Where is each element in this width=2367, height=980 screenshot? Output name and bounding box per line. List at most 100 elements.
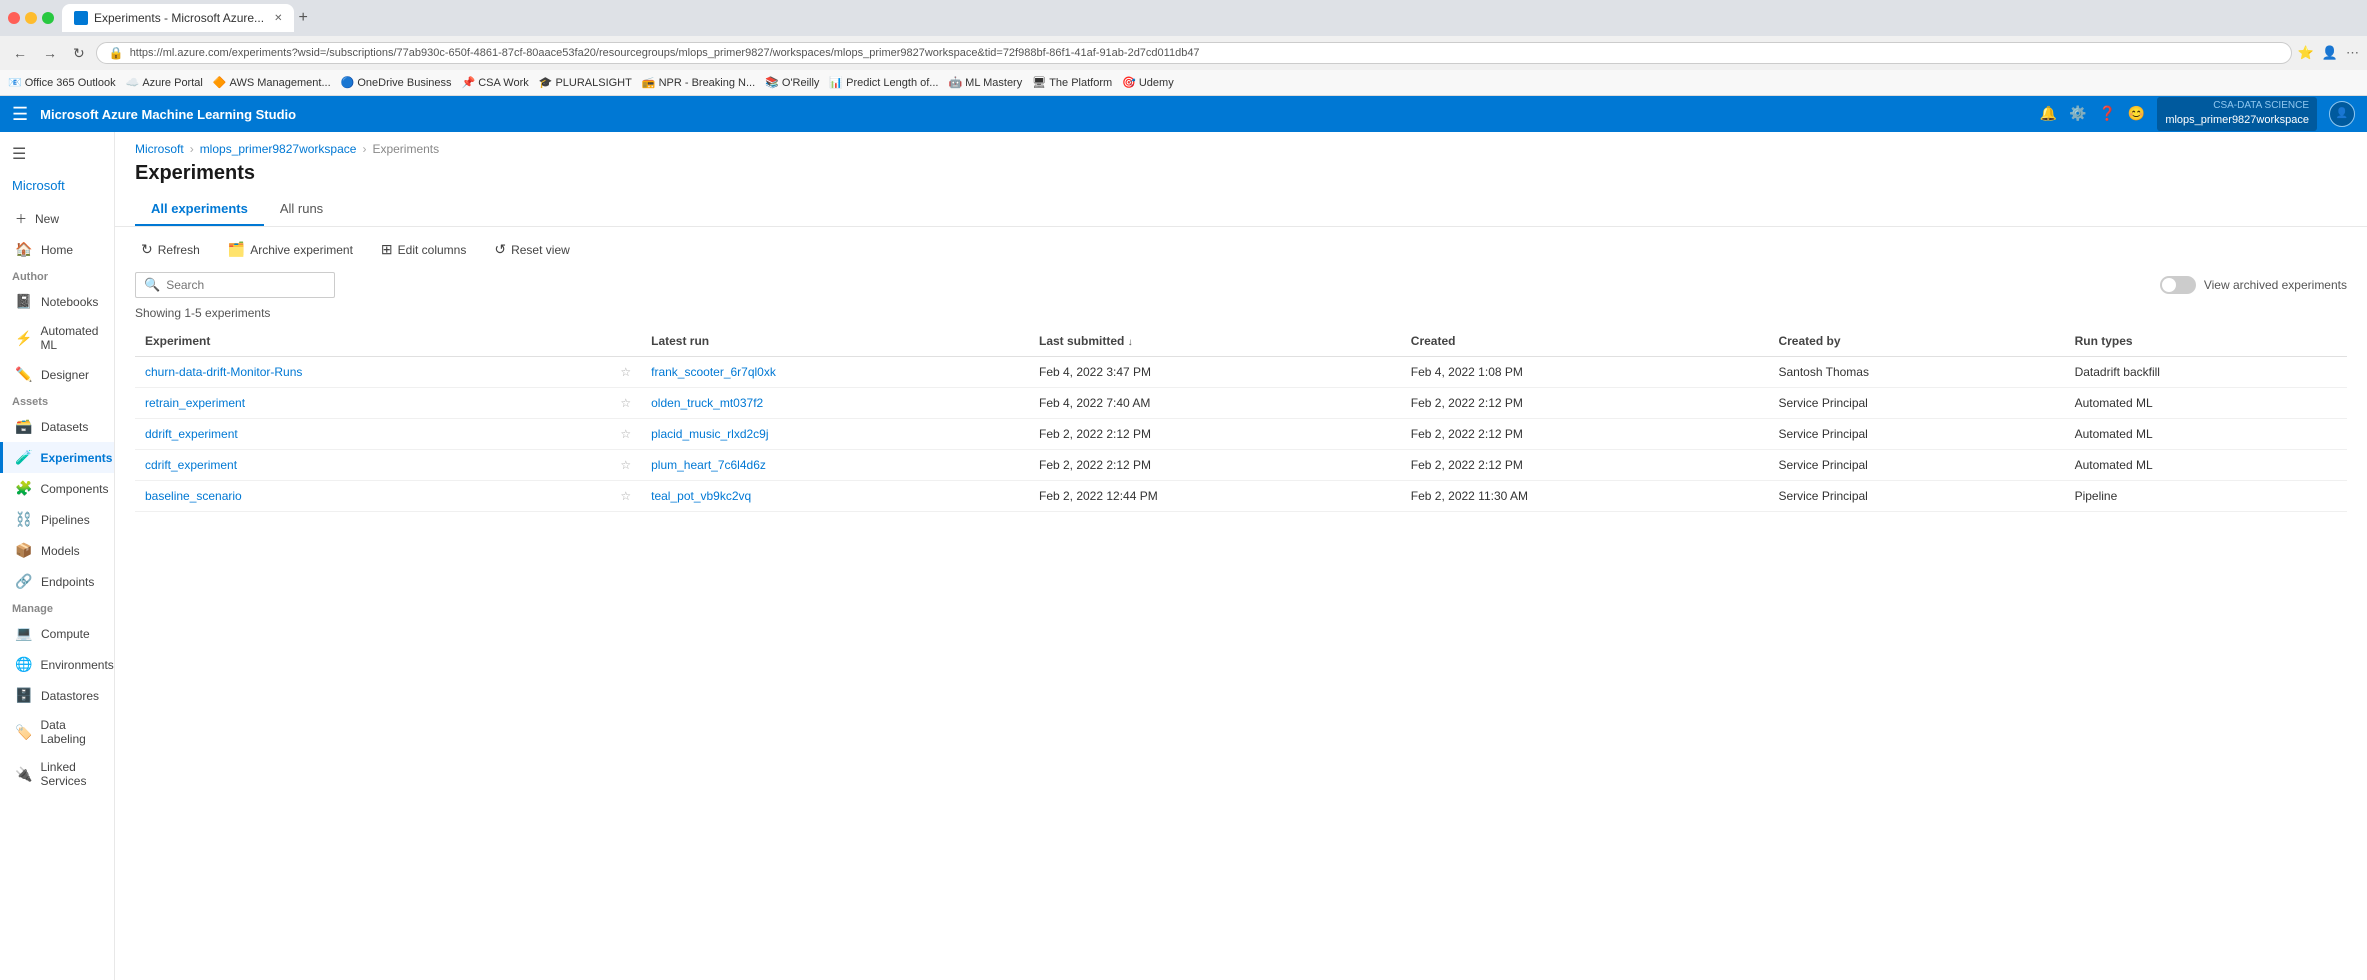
experiment-link-0[interactable]: churn-data-drift-Monitor-Runs: [145, 365, 302, 379]
menu-icon[interactable]: ⋯: [2346, 45, 2359, 61]
refresh-button[interactable]: ↻ Refresh: [135, 237, 206, 262]
cell-created-by-3: Service Principal: [1768, 450, 2064, 481]
workspace-badge[interactable]: CSA-DATA SCIENCE mlops_primer9827workspa…: [2157, 97, 2317, 130]
search-input[interactable]: [166, 278, 316, 292]
reload-button[interactable]: ↻: [68, 43, 90, 64]
extensions-icon[interactable]: ⭐: [2298, 45, 2314, 61]
sidebar-item-data-labeling[interactable]: 🏷️ Data Labeling: [0, 711, 114, 753]
cell-experiment-0: churn-data-drift-Monitor-Runs: [135, 357, 610, 388]
bookmark-platform[interactable]: 🖥 The Platform: [1032, 76, 1112, 89]
experiment-link-2[interactable]: ddrift_experiment: [145, 427, 238, 441]
view-archived-toggle[interactable]: [2160, 276, 2196, 294]
sidebar-environments-label: Environments: [40, 658, 113, 672]
archive-experiment-button[interactable]: 🗂️ Archive experiment: [222, 237, 359, 262]
archive-label: Archive experiment: [250, 243, 353, 257]
bookmark-aws[interactable]: 🔶 AWS Management...: [213, 76, 331, 89]
cell-star-3[interactable]: ☆: [610, 450, 641, 481]
col-created[interactable]: Created: [1401, 326, 1769, 357]
minimize-window-button[interactable]: [25, 12, 37, 24]
notifications-icon[interactable]: 🔔: [2040, 105, 2057, 122]
sidebar-item-automated-ml[interactable]: ⚡ Automated ML: [0, 317, 114, 359]
settings-icon[interactable]: ⚙️: [2069, 105, 2086, 122]
plus-icon: ＋: [15, 210, 27, 227]
bookmark-predict[interactable]: 📊 Predict Length of...: [829, 76, 938, 89]
maximize-window-button[interactable]: [42, 12, 54, 24]
profile-icon[interactable]: 👤: [2322, 45, 2338, 61]
edit-columns-button[interactable]: ⊞ Edit columns: [375, 237, 472, 262]
sidebar-item-experiments[interactable]: 🧪 Experiments: [0, 442, 114, 473]
sidebar-item-pipelines[interactable]: ⛓️ Pipelines: [0, 504, 114, 535]
bookmark-pluralsight[interactable]: 🎓 PLURALSIGHT: [539, 76, 632, 89]
refresh-icon: ↻: [141, 241, 153, 258]
cell-star-1[interactable]: ☆: [610, 388, 641, 419]
reset-view-button[interactable]: ↺ Reset view: [488, 237, 575, 262]
cell-latest-run-4: teal_pot_vb9kc2vq: [641, 481, 1029, 512]
col-experiment[interactable]: Experiment: [135, 326, 610, 357]
cell-experiment-3: cdrift_experiment: [135, 450, 610, 481]
sidebar-item-datastores[interactable]: 🗄️ Datastores: [0, 680, 114, 711]
content-area: Microsoft › mlops_primer9827workspace › …: [115, 132, 2367, 980]
sidebar-designer-label: Designer: [41, 368, 89, 382]
sidebar-pipelines-label: Pipelines: [41, 513, 90, 527]
breadcrumb-workspace[interactable]: mlops_primer9827workspace: [200, 142, 357, 156]
experiment-link-3[interactable]: cdrift_experiment: [145, 458, 237, 472]
help-icon[interactable]: ❓: [2098, 105, 2115, 122]
tab-all-experiments[interactable]: All experiments: [135, 193, 264, 226]
col-created-by[interactable]: Created by: [1768, 326, 2064, 357]
latest-run-link-0[interactable]: frank_scooter_6r7ql0xk: [651, 365, 776, 379]
back-button[interactable]: ←: [8, 43, 32, 63]
bookmark-oreilly[interactable]: 📚 O'Reilly: [765, 76, 819, 89]
sidebar-item-environments[interactable]: 🌐 Environments: [0, 649, 114, 680]
sidebar-toggle-button[interactable]: ☰: [0, 136, 114, 172]
cell-star-4[interactable]: ☆: [610, 481, 641, 512]
bookmark-azure-portal[interactable]: ☁️ Azure Portal: [126, 76, 203, 89]
breadcrumb-microsoft[interactable]: Microsoft: [135, 142, 184, 156]
reset-view-icon: ↺: [494, 241, 506, 258]
cell-star-2[interactable]: ☆: [610, 419, 641, 450]
search-input-wrap[interactable]: 🔍: [135, 272, 335, 298]
latest-run-link-3[interactable]: plum_heart_7c6l4d6z: [651, 458, 766, 472]
sidebar-item-linked-services[interactable]: 🔌 Linked Services: [0, 753, 114, 795]
bookmark-csa[interactable]: 📌 CSA Work: [462, 76, 529, 89]
sidebar-item-designer[interactable]: ✏️ Designer: [0, 359, 114, 390]
sidebar-item-models[interactable]: 📦 Models: [0, 535, 114, 566]
address-bar[interactable]: 🔒 https://ml.azure.com/experiments?wsid=…: [96, 42, 2292, 64]
azure-app-title: Microsoft Azure Machine Learning Studio: [40, 107, 296, 122]
tab-all-runs[interactable]: All runs: [264, 193, 339, 226]
col-latest-run[interactable]: Latest run: [641, 326, 1029, 357]
latest-run-link-4[interactable]: teal_pot_vb9kc2vq: [651, 489, 751, 503]
feedback-icon[interactable]: 😊: [2128, 105, 2145, 122]
hamburger-icon[interactable]: ☰: [12, 104, 28, 125]
sidebar-item-components[interactable]: 🧩 Components: [0, 473, 114, 504]
bookmark-npr[interactable]: 📻 NPR - Breaking N...: [642, 76, 755, 89]
bookmark-onedrive[interactable]: 🔵 OneDrive Business: [341, 76, 452, 89]
close-window-button[interactable]: [8, 12, 20, 24]
new-tab-button[interactable]: +: [298, 9, 307, 27]
sidebar-item-notebooks[interactable]: 📓 Notebooks: [0, 286, 114, 317]
sidebar-item-compute[interactable]: 💻 Compute: [0, 618, 114, 649]
experiment-link-4[interactable]: baseline_scenario: [145, 489, 242, 503]
col-last-submitted[interactable]: Last submitted ↓: [1029, 326, 1401, 357]
sidebar-item-endpoints[interactable]: 🔗 Endpoints: [0, 566, 114, 597]
bookmark-mlmastery[interactable]: 🤖 ML Mastery: [948, 76, 1022, 89]
sidebar-item-microsoft[interactable]: Microsoft: [0, 172, 114, 203]
bookmark-udemy[interactable]: 🎯 Udemy: [1122, 76, 1174, 89]
active-browser-tab[interactable]: Experiments - Microsoft Azure... ✕: [62, 4, 294, 32]
sidebar-item-datasets[interactable]: 🗃️ Datasets: [0, 411, 114, 442]
sidebar-item-home[interactable]: 🏠 Home: [0, 234, 114, 265]
bookmark-office365[interactable]: 📧 Office 365 Outlook: [8, 76, 116, 89]
experiment-link-1[interactable]: retrain_experiment: [145, 396, 245, 410]
sidebar-item-new[interactable]: ＋ New: [0, 203, 114, 234]
breadcrumb: Microsoft › mlops_primer9827workspace › …: [115, 132, 2367, 156]
latest-run-link-2[interactable]: placid_music_rlxd2c9j: [651, 427, 768, 441]
cell-run-types-3: Automated ML: [2065, 450, 2347, 481]
col-run-types[interactable]: Run types: [2065, 326, 2347, 357]
cell-created-2: Feb 2, 2022 2:12 PM: [1401, 419, 1769, 450]
user-avatar[interactable]: 👤: [2329, 101, 2355, 127]
cell-run-types-4: Pipeline: [2065, 481, 2347, 512]
forward-button[interactable]: →: [38, 43, 62, 63]
browser-chrome: Experiments - Microsoft Azure... ✕ +: [0, 0, 2367, 36]
tab-close-button[interactable]: ✕: [274, 13, 282, 24]
latest-run-link-1[interactable]: olden_truck_mt037f2: [651, 396, 763, 410]
cell-star-0[interactable]: ☆: [610, 357, 641, 388]
